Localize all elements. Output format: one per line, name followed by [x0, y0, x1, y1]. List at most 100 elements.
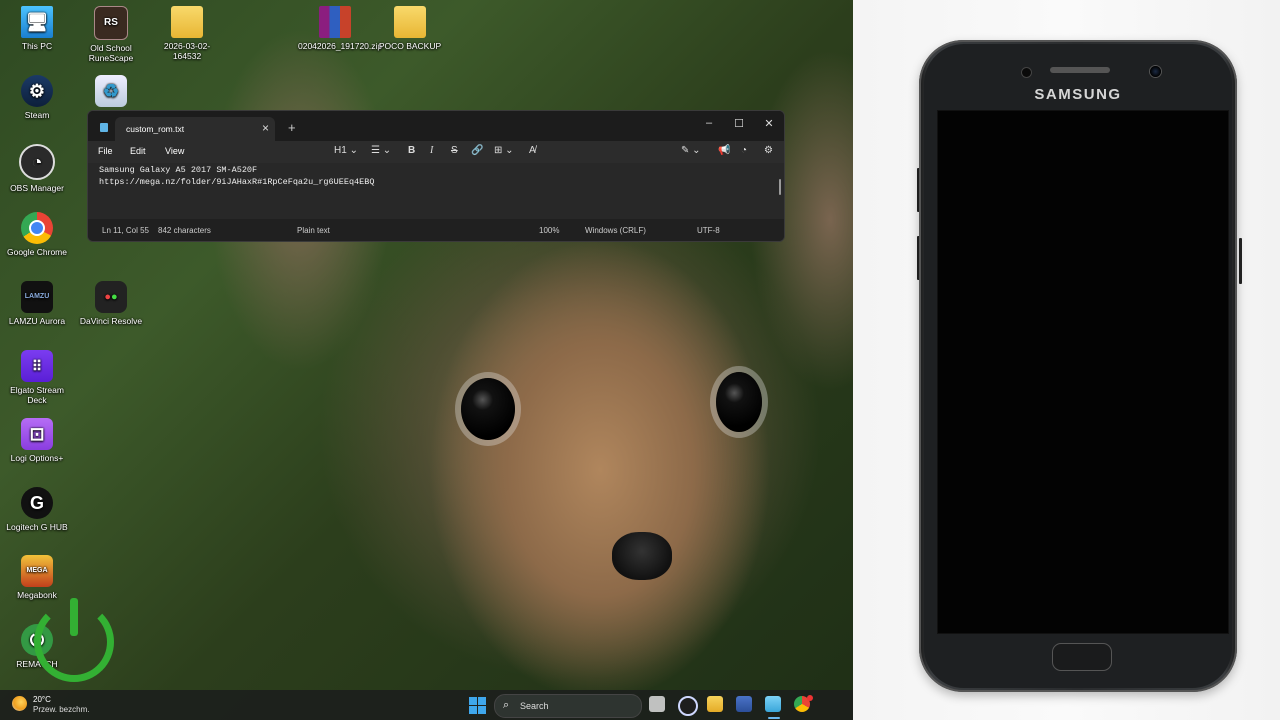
steam-icon: ⚙: [21, 75, 53, 107]
copilot-dropdown-icon[interactable]: ✎ ⌄: [681, 145, 701, 156]
obs-taskbar-icon[interactable]: [678, 696, 698, 716]
desktop-icon-label: Old School RuneScape: [88, 43, 134, 63]
desktop-icon-recycle-bin[interactable]: ♻: [74, 75, 148, 110]
text-editor[interactable]: Samsung Galaxy A5 2017 SM-A520F https://…: [88, 163, 784, 219]
minimize-button[interactable]: –: [699, 117, 719, 133]
active-app-indicator: [768, 717, 780, 719]
menu-file[interactable]: File: [98, 146, 113, 156]
save-app-icon[interactable]: [736, 696, 752, 712]
desktop-icon-zip-archive[interactable]: 02042026_191720.zip: [298, 6, 382, 51]
desktop-icon-obs-manager[interactable]: ◔ OBS Manager: [0, 144, 74, 193]
menu-view[interactable]: View: [165, 146, 184, 156]
zoom-level[interactable]: 100%: [539, 226, 559, 235]
desktop-icon-label: OBS Manager: [10, 183, 64, 193]
desktop-icon-logi-options[interactable]: ⊡ Logi Options+: [0, 418, 74, 463]
windows-logo-tile: [469, 706, 477, 714]
file-explorer-icon[interactable]: [707, 696, 723, 712]
desktop-icon-logitech-g-hub[interactable]: G Logitech G HUB: [0, 487, 74, 532]
task-view-icon[interactable]: [649, 696, 665, 712]
desktop-icon-label: Logitech G HUB: [6, 522, 68, 532]
desktop-icon-label: This PC: [21, 41, 53, 51]
front-camera-icon: [1150, 66, 1161, 77]
link-icon[interactable]: 🔗: [471, 145, 483, 156]
desktop-icon-old-school-runescape[interactable]: RS Old School RuneScape: [74, 6, 148, 63]
desktop-icon-label: Logi Options+: [10, 453, 64, 463]
wallpaper-eye-left: [461, 378, 515, 440]
menu-edit[interactable]: Edit: [130, 146, 146, 156]
recycle-bin-icon: ♻: [95, 75, 127, 107]
phone-home-button: [1052, 643, 1112, 671]
title-bar[interactable]: custom_rom.txt × + – ☐ ✕: [88, 111, 784, 141]
strikethrough-icon[interactable]: S: [451, 145, 458, 156]
desktop-icon-davinci-resolve[interactable]: ● ● DaVinci Resolve: [74, 281, 148, 326]
search-placeholder: Search: [520, 701, 549, 711]
new-tab-button[interactable]: +: [288, 120, 296, 135]
editor-line-2: https://mega.nz/folder/9iJAHaxR#1RpCeFqa…: [99, 177, 375, 187]
desktop-icon-label: Elgato Stream Deck: [10, 385, 64, 405]
desktop-icon-label: DaVinci Resolve: [79, 316, 143, 326]
maximize-button[interactable]: ☐: [729, 117, 749, 133]
wallpaper-eye-right: [716, 372, 762, 432]
samsung-phone: SAMSUNG: [919, 40, 1237, 692]
notepad-taskbar-icon[interactable]: [765, 696, 781, 712]
weather-description: Przew. bezchm.: [33, 705, 90, 714]
chrome-icon: [21, 212, 53, 244]
winrar-icon: [319, 6, 351, 38]
italic-icon[interactable]: I: [430, 145, 433, 156]
close-tab-icon[interactable]: ×: [262, 121, 269, 135]
desktop-icon-label: 02042026_191720.zip: [298, 41, 383, 51]
desktop-icon-steam[interactable]: ⚙ Steam: [0, 75, 74, 120]
desktop-icon-label: Megabonk: [17, 590, 57, 600]
weather-temperature: 20°C: [33, 695, 51, 704]
settings-gear-icon[interactable]: ⚙: [764, 145, 773, 156]
stream-deck-icon: ⠿: [21, 350, 53, 382]
phone-brand-label: SAMSUNG: [1034, 86, 1122, 103]
bold-icon[interactable]: B: [408, 145, 415, 156]
phone-camera-view: SAMSUNG: [853, 0, 1280, 720]
announcement-icon[interactable]: 📢: [718, 145, 730, 156]
account-icon[interactable]: ◔: [741, 145, 747, 156]
desktop-icon-label: Google Chrome: [6, 247, 67, 257]
obs-icon: ◔: [19, 144, 55, 180]
desktop-icon-lamzu-aurora[interactable]: LAMZU LAMZU Aurora: [0, 281, 74, 326]
notification-badge: [807, 695, 813, 701]
desktop-icon-poco-backup[interactable]: POCO BACKUP: [373, 6, 447, 51]
desktop-icon-elgato-stream-deck[interactable]: ⠿ Elgato Stream Deck: [0, 350, 74, 405]
power-overlay-bar: [70, 598, 78, 636]
text-format: Plain text: [297, 226, 330, 235]
taskbar-search[interactable]: ⌕ Search: [494, 694, 642, 718]
megabonk-icon: MEGA: [21, 555, 53, 587]
desktop-icon-label: Steam: [24, 110, 50, 120]
lamzu-icon: LAMZU: [21, 281, 53, 313]
clear-formatting-icon[interactable]: A̸: [529, 145, 536, 156]
g-hub-icon: G: [21, 487, 53, 519]
logi-options-icon: ⊡: [21, 418, 53, 450]
earpiece-speaker: [1050, 67, 1110, 73]
desktop-icon-label: POCO BACKUP: [378, 41, 442, 51]
desktop-icon-screenshot-folder[interactable]: 2026-03-02-164532: [150, 6, 224, 61]
tab-title: custom_rom.txt: [126, 124, 185, 134]
tab-custom-rom[interactable]: custom_rom.txt ×: [115, 117, 275, 141]
desktop-icon-this-pc[interactable]: 🖥 This PC: [0, 6, 74, 51]
heading-dropdown[interactable]: H1 ⌄: [334, 145, 358, 156]
weather-widget[interactable]: 20°C Przew. bezchm.: [0, 690, 110, 720]
status-bar: Ln 11, Col 55 842 characters Plain text …: [88, 219, 784, 241]
menu-bar: File Edit View H1 ⌄ ☰ ⌄ B I S 🔗 ⊞ ⌄ A̸ ✎…: [88, 141, 784, 163]
wallpaper-nose: [612, 532, 672, 580]
start-button[interactable]: [469, 697, 486, 714]
monitor-icon: 🖥: [21, 6, 53, 38]
close-window-button[interactable]: ✕: [759, 117, 779, 133]
desktop-icon-megabonk[interactable]: MEGA Megabonk: [0, 555, 74, 600]
list-dropdown-icon[interactable]: ☰ ⌄: [371, 145, 391, 156]
windows-logo-tile: [478, 697, 486, 705]
notepad-window[interactable]: custom_rom.txt × + – ☐ ✕ File Edit View …: [87, 110, 785, 242]
runescape-icon: RS: [94, 6, 128, 40]
character-count: 842 characters: [158, 226, 211, 235]
taskbar: 20°C Przew. bezchm. ⌕ Search: [0, 690, 853, 720]
table-dropdown-icon[interactable]: ⊞ ⌄: [494, 145, 514, 156]
scrollbar-thumb[interactable]: [779, 179, 781, 195]
notepad-app-icon: [100, 123, 108, 132]
windows-logo-tile: [469, 697, 477, 705]
desktop-icon-google-chrome[interactable]: Google Chrome: [0, 212, 74, 257]
desktop-icon-label: LAMZU Aurora: [8, 316, 66, 326]
